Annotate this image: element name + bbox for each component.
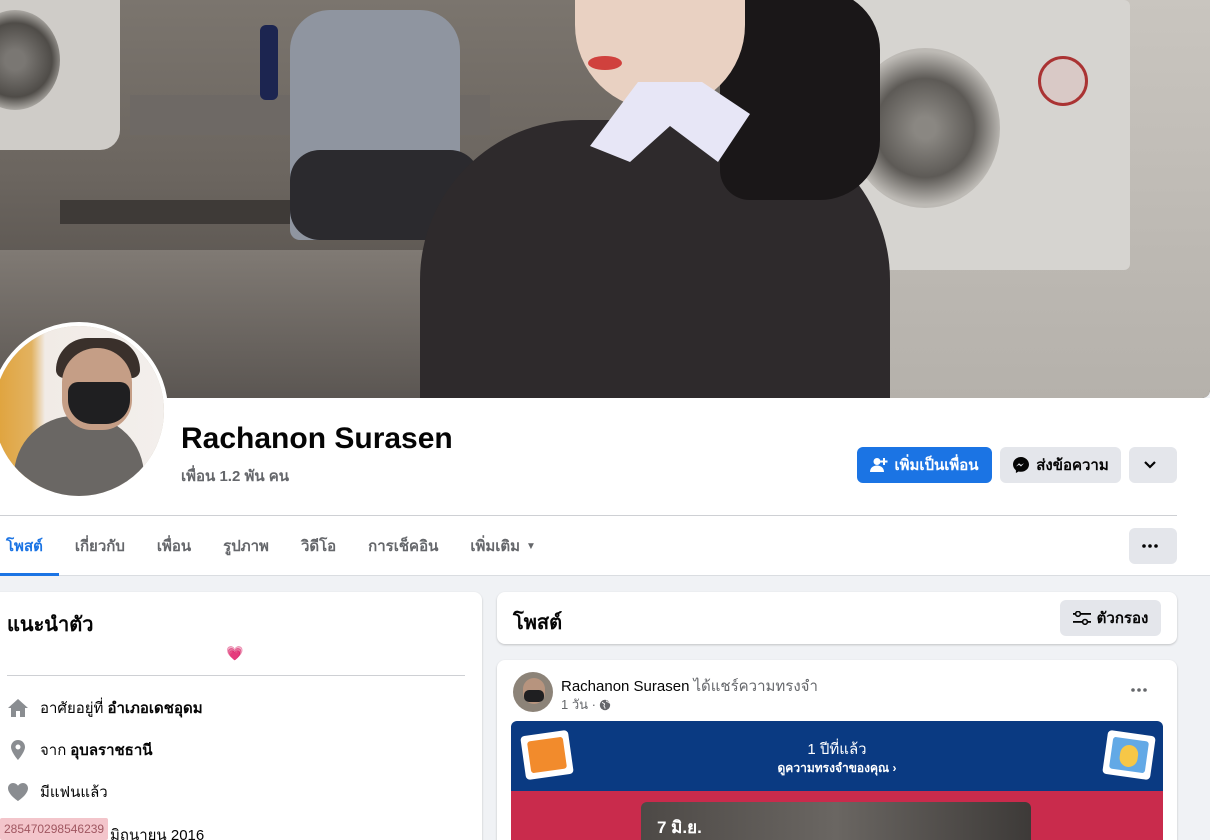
profile-avatar[interactable] (0, 322, 168, 500)
messenger-icon (1013, 457, 1030, 473)
lives-place-link[interactable]: อำเภอเดชอุดม (107, 696, 202, 720)
more-dots-icon (1131, 688, 1147, 692)
more-actions-button[interactable] (1129, 447, 1177, 483)
intro-divider (7, 675, 465, 676)
tab-more-label: เพิ่มเติม (470, 538, 521, 555)
post-card: Rachanon Surasen ได้แชร์ความทรงจำ 1 วัน ·… (497, 660, 1177, 840)
post-time[interactable]: 1 วัน · (561, 694, 596, 715)
tab-photos[interactable]: รูปภาพ (207, 516, 285, 576)
memory-photo-date: 7 มิ.ย. (657, 818, 702, 837)
globe-icon (599, 699, 611, 710)
cover-lg-logo (1038, 56, 1088, 106)
posts-title: โพสต์ (513, 612, 563, 634)
tab-friends[interactable]: เพื่อน (141, 516, 207, 576)
profile-tabs: โพสต์ เกี่ยวกับ เพื่อน รูปภาพ วิดีโอ การ… (0, 516, 552, 576)
post-options-button[interactable] (1121, 678, 1157, 702)
intro-lives-in: อาศัยอยู่ที่ อำเภอเดชอุดม (6, 696, 203, 720)
more-dots-icon (1142, 544, 1158, 548)
tab-friends-label: เพื่อน (156, 538, 192, 555)
dog-sticker-icon (1102, 729, 1156, 781)
memory-link-label: ดูความทรงจำของคุณ (777, 761, 890, 775)
memory-photo[interactable]: 7 มิ.ย. (641, 802, 1031, 840)
memory-photo-area: 7 มิ.ย. (511, 791, 1163, 840)
tab-videos-label: วิดีโอ (300, 538, 337, 555)
overlay-id-chip: 285470298546239 (0, 818, 109, 840)
joined-date: มิถุนายน 2016 (110, 827, 205, 840)
filter-button[interactable]: ตัวกรอง (1060, 600, 1161, 636)
filter-label: ตัวกรอง (1096, 610, 1149, 627)
post-author-avatar[interactable] (513, 672, 553, 712)
memory-title: 1 ปีที่แล้ว (807, 741, 867, 758)
add-friend-button[interactable]: เพิ่มเป็นเพื่อน (857, 447, 992, 483)
location-pin-icon (6, 738, 30, 762)
message-button[interactable]: ส่งข้อความ (1000, 447, 1121, 483)
posts-header-card: โพสต์ ตัวกรอง (497, 592, 1177, 644)
tab-videos[interactable]: วิดีโอ (285, 516, 352, 576)
post-meta: 1 วัน · (561, 694, 611, 715)
tab-posts[interactable]: โพสต์ (0, 516, 59, 576)
lives-prefix: อาศัยอยู่ที่ (40, 700, 104, 717)
profile-name: Rachanon Surasen (181, 422, 453, 455)
memory-card[interactable]: 1 ปีที่แล้ว ดูความทรงจำของคุณ › 7 มิ.ย. (511, 721, 1163, 840)
from-place-link[interactable]: อุบลราชธานี (70, 738, 152, 762)
memory-link[interactable]: ดูความทรงจำของคุณ › (511, 759, 1163, 778)
intro-from: จาก อุบลราชธานี (6, 738, 153, 762)
from-prefix: จาก (40, 742, 67, 759)
caret-down-icon: ▼ (526, 540, 536, 552)
add-friend-label: เพิ่มเป็นเพื่อน (894, 457, 979, 474)
post-author-name[interactable]: Rachanon Surasen (561, 678, 689, 695)
post-action-text: ได้แชร์ความทรงจำ (693, 678, 818, 695)
chevron-right-icon: › (892, 761, 897, 775)
message-label: ส่งข้อความ (1036, 457, 1109, 474)
cover-photo[interactable] (0, 0, 1210, 398)
tabs-more-button[interactable] (1129, 528, 1177, 564)
tab-checkins[interactable]: การเช็คอิน (352, 516, 454, 576)
chevron-down-icon (1144, 461, 1156, 469)
heart-icon (6, 780, 30, 804)
add-friend-icon (870, 458, 888, 472)
tab-about-label: เกี่ยวกับ (74, 538, 125, 555)
intro-card: แนะนำตัว 💗 อาศัยอยู่ที่ อำเภอเดชอุดม จากอ… (0, 592, 482, 840)
avatar-mask (68, 382, 130, 424)
filter-icon (1072, 611, 1091, 625)
relationship-text: มีแฟนแล้ว (40, 784, 108, 801)
cover-bottle (260, 25, 278, 100)
memory-banner: 1 ปีที่แล้ว ดูความทรงจำของคุณ › (511, 721, 1163, 791)
tab-about[interactable]: เกี่ยวกับ (59, 516, 141, 576)
tab-photos-label: รูปภาพ (223, 538, 269, 555)
intro-title: แนะนำตัว (7, 614, 94, 636)
cover-lips (588, 56, 622, 70)
tab-more[interactable]: เพิ่มเติม ▼ (454, 516, 552, 576)
intro-relationship: มีแฟนแล้ว (6, 780, 108, 804)
bio-heart-emoji: 💗 (226, 646, 244, 662)
friend-count[interactable]: เพื่อน 1.2 พัน คน (181, 464, 289, 488)
tab-checkins-label: การเช็คอิน (368, 538, 439, 555)
tab-posts-label: โพสต์ (6, 538, 43, 555)
home-icon (6, 696, 30, 720)
